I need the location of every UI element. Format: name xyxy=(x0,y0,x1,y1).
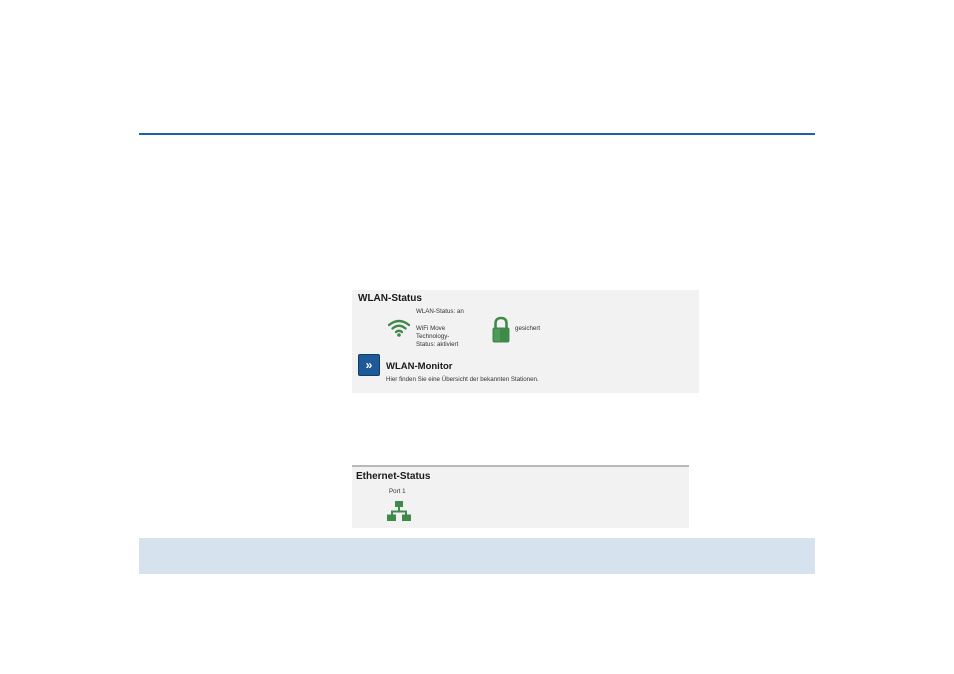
footer-bar xyxy=(139,538,815,574)
wifi-icon xyxy=(388,319,410,337)
wlan-status-title: WLAN-Status xyxy=(358,293,422,304)
network-icon xyxy=(387,501,411,521)
lock-icon xyxy=(492,316,510,343)
ethernet-status-title: Ethernet-Status xyxy=(356,471,431,482)
wifi-move-status: WiFi Move Technology- Status: aktiviert xyxy=(416,325,458,349)
wlan-status-panel: WLAN-Status WLAN-Status: an WiFi Move Te… xyxy=(352,290,699,393)
header-divider xyxy=(139,133,815,135)
ethernet-status-panel: Ethernet-Status Port 1 xyxy=(352,465,689,528)
wlan-status-value: WLAN-Status: an xyxy=(416,308,464,315)
security-status: gesichert xyxy=(515,325,541,332)
wifi-move-line-3: Status: aktiviert xyxy=(416,341,459,348)
wlan-monitor-button[interactable]: » xyxy=(358,354,380,376)
wlan-monitor-description: Hier finden Sie eine Übersicht der bekan… xyxy=(386,376,539,383)
wlan-monitor-link[interactable]: WLAN-Monitor xyxy=(386,361,452,372)
chevron-double-right-icon: » xyxy=(365,358,373,372)
port-label: Port 1 xyxy=(389,488,406,495)
wifi-move-line-1: WiFi Move xyxy=(416,325,446,332)
wifi-move-line-2: Technology- xyxy=(416,333,450,340)
